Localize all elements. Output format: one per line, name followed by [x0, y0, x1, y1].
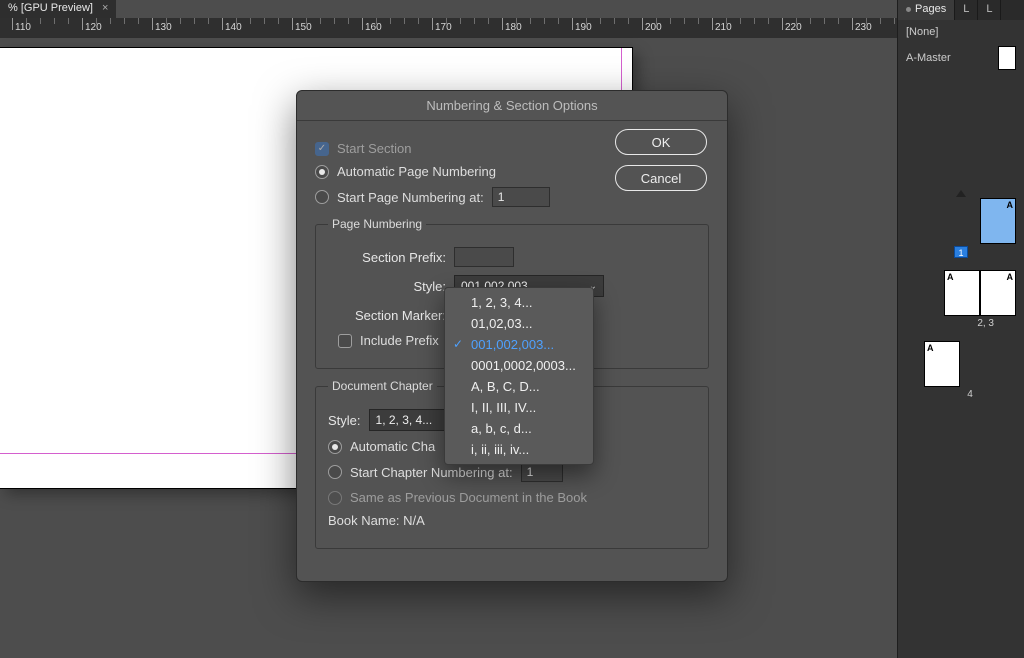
- auto-page-numbering-label: Automatic Page Numbering: [337, 164, 496, 179]
- tab-pages[interactable]: Pages: [898, 0, 955, 20]
- style-option[interactable]: I, II, III, IV...: [445, 397, 593, 418]
- ok-button[interactable]: OK: [615, 129, 707, 155]
- cancel-button[interactable]: Cancel: [615, 165, 707, 191]
- panel-tab-strip: Pages L L: [898, 0, 1024, 20]
- a-master-label[interactable]: A-Master: [906, 52, 951, 64]
- page-numbering-group: Page Numbering Section Prefix: Style: 00…: [315, 217, 709, 369]
- start-section-checkbox: [315, 142, 329, 156]
- page-numbering-legend: Page Numbering: [328, 217, 426, 231]
- page-thumb-1[interactable]: A: [980, 198, 1016, 244]
- section-prefix-label: Section Prefix:: [328, 250, 446, 265]
- pages-panel: Pages L L [None] A-Master A 1 A A 2, 3 A…: [897, 0, 1024, 658]
- page-thumb-3[interactable]: A: [980, 270, 1016, 316]
- tab-layers[interactable]: L: [955, 0, 978, 20]
- start-section-label: Start Section: [337, 141, 411, 156]
- page-number-style-dropdown: 1, 2, 3, 4...01,02,03...001,002,003...00…: [444, 287, 594, 465]
- a-master-thumb[interactable]: [998, 46, 1016, 70]
- section-prefix-input[interactable]: [454, 247, 514, 267]
- start-page-numbering-input[interactable]: [492, 187, 550, 207]
- master-none-label[interactable]: [None]: [906, 26, 1016, 38]
- dialog-title: Numbering & Section Options: [297, 91, 727, 121]
- page-thumb-2[interactable]: A: [944, 270, 980, 316]
- auto-chapter-label: Automatic Cha: [350, 439, 435, 454]
- start-chapter-label: Start Chapter Numbering at:: [350, 465, 513, 480]
- same-as-prev-label: Same as Previous Document in the Book: [350, 490, 587, 505]
- auto-chapter-radio[interactable]: [328, 440, 342, 454]
- book-name-label: Book Name: N/A: [328, 513, 425, 528]
- start-chapter-input[interactable]: [521, 462, 563, 482]
- page-thumb-4[interactable]: A: [924, 341, 960, 387]
- style-option[interactable]: 01,02,03...: [445, 313, 593, 334]
- page-thumbnails: A 1 A A 2, 3 A 4: [906, 190, 1016, 412]
- start-page-numbering-radio[interactable]: [315, 190, 329, 204]
- spread-label-23: 2, 3: [906, 318, 1016, 329]
- numbering-section-options-dialog: Numbering & Section Options OK Cancel St…: [296, 90, 728, 582]
- page-number-badge: 1: [954, 246, 968, 258]
- style-option[interactable]: 1, 2, 3, 4...: [445, 292, 593, 313]
- auto-page-numbering-radio[interactable]: [315, 165, 329, 179]
- spread-label-4: 4: [924, 389, 1016, 400]
- tab-links[interactable]: L: [978, 0, 1001, 20]
- same-as-prev-radio: [328, 491, 342, 505]
- include-prefix-label: Include Prefix: [360, 333, 439, 348]
- document-tab-label: % [GPU Preview]: [8, 2, 93, 14]
- style-option[interactable]: A, B, C, D...: [445, 376, 593, 397]
- style-option[interactable]: 001,002,003...: [445, 334, 593, 355]
- horizontal-ruler[interactable]: 110120130140150160170180190200210220230: [0, 18, 1024, 38]
- style-label: Style:: [328, 279, 446, 294]
- chapter-style-value: 1, 2, 3, 4...: [376, 413, 433, 427]
- document-chapter-legend: Document Chapter: [328, 379, 437, 393]
- start-chapter-radio[interactable]: [328, 465, 342, 479]
- close-icon[interactable]: ×: [102, 2, 108, 14]
- start-page-numbering-label: Start Page Numbering at:: [337, 190, 484, 205]
- style-option[interactable]: 0001,0002,0003...: [445, 355, 593, 376]
- chapter-style-label: Style:: [328, 413, 361, 428]
- style-option[interactable]: a, b, c, d...: [445, 418, 593, 439]
- section-marker-label: Section Marker:: [328, 308, 446, 323]
- style-option[interactable]: i, ii, iii, iv...: [445, 439, 593, 460]
- document-tab[interactable]: % [GPU Preview] ×: [0, 0, 116, 18]
- section-start-icon: [956, 190, 966, 197]
- include-prefix-checkbox[interactable]: [338, 334, 352, 348]
